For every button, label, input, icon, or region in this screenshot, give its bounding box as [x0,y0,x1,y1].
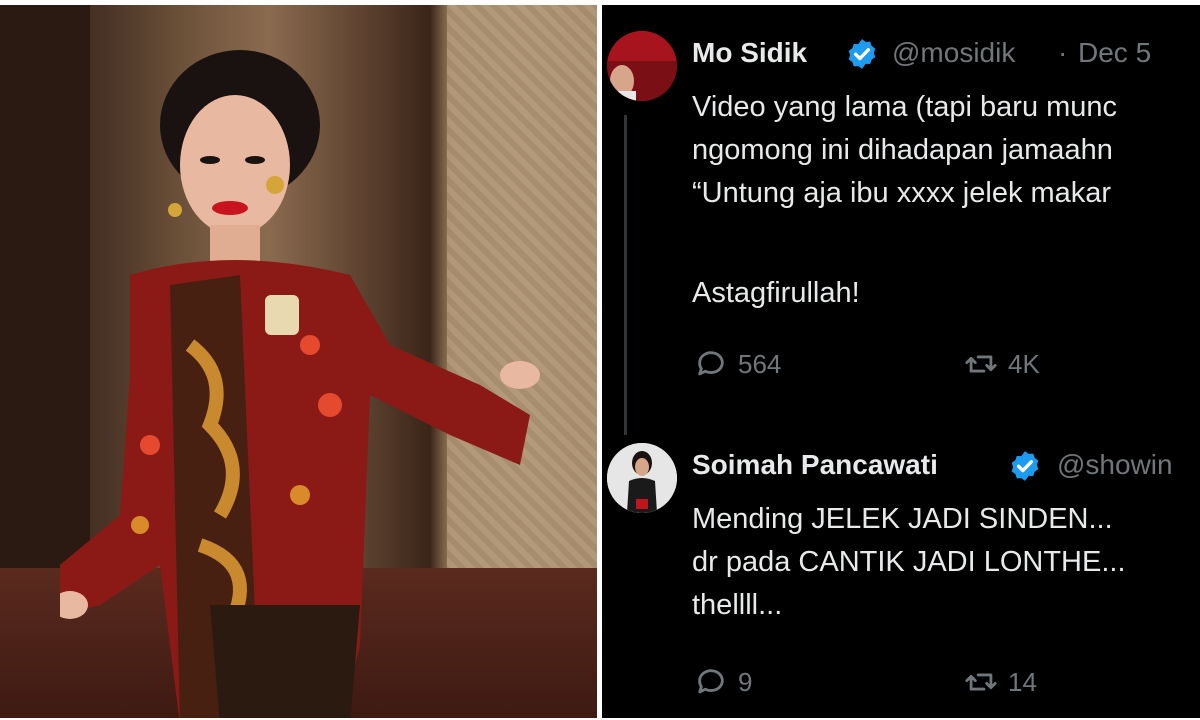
tweet-author-name[interactable]: Soimah Pancawati [692,449,938,481]
tweet-line-1: Mending JELEK JADI SINDEN... [692,503,1113,535]
reply-icon [698,351,724,376]
avatar-soimah-pancawati[interactable] [607,443,677,513]
verified-badge-icon [848,39,876,69]
tweet-author-name[interactable]: Mo Sidik [692,37,807,69]
thread-connector-line [624,115,627,435]
woman-in-kebaya-illustration [60,50,540,718]
retweet-count: 4K [1008,348,1040,379]
retweet-button[interactable]: 4K [964,347,1040,381]
verified-badge-icon [1011,451,1039,481]
avatar-image-icon [607,31,677,101]
reply-icon [698,669,724,694]
avatar-mo-sidik[interactable] [607,31,677,101]
tweet-author-handle[interactable]: @showin [1057,449,1173,481]
tweet-line-5: Astagfirullah! [692,277,860,309]
tweet-date-separator: · [1058,37,1068,68]
tweet-line-3: thellll... [692,589,783,621]
tweet-line-3: “Untung aja ibu xxxx jelek makar [692,177,1112,209]
retweet-button[interactable]: 14 [964,665,1037,699]
tweet-line-2: dr pada CANTIK JADI LONTHE... [692,546,1126,578]
tweet-thread-panel: Mo Sidik @mosidik · Dec 5 Video yang lam… [602,5,1200,718]
reply-button[interactable]: 564 [694,347,781,381]
retweet-count: 14 [1008,666,1037,697]
tweet-date[interactable]: Dec 5 [1078,37,1151,69]
reply-count: 564 [738,348,782,379]
tweet-line-1: Video yang lama (tapi baru munc [692,91,1118,123]
retweet-icon [965,355,997,373]
reply-count: 9 [738,666,753,697]
retweet-icon [965,673,997,691]
reply-button[interactable]: 9 [694,665,752,699]
tweet-line-2: ngomong ini dihadapan jamaahn [692,134,1113,166]
avatar-image-icon [607,443,677,513]
tweet-author-handle[interactable]: @mosidik [892,37,1015,69]
photo-panel [0,5,597,718]
